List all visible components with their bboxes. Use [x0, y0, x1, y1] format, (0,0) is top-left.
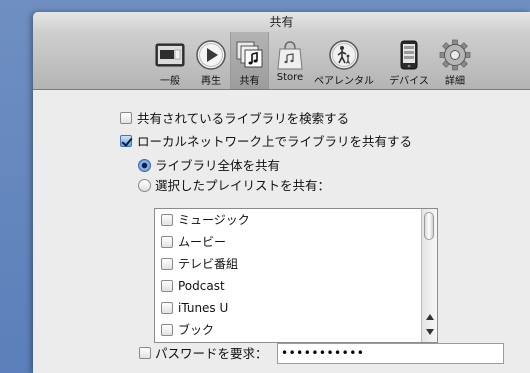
tab-parental-label: ペアレンタル: [314, 76, 374, 87]
device-ipod-icon: [400, 40, 418, 70]
require-password-checkbox[interactable]: [139, 347, 151, 359]
share-entire-label: ライブラリ全体を共有: [155, 158, 281, 173]
require-password-label: パスワードを要求：: [155, 346, 268, 361]
playlist-books-label: ブック: [178, 323, 215, 337]
scroll-down-arrow-icon[interactable]: [426, 329, 434, 335]
playlist-movies-label: ムービー: [178, 235, 227, 249]
play-icon: [196, 40, 226, 70]
tab-store-label: Store: [276, 72, 304, 83]
find-shared-checkbox[interactable]: [120, 112, 132, 124]
tab-advanced[interactable]: 詳細: [438, 32, 472, 89]
playlist-movies-checkbox[interactable]: [161, 236, 173, 248]
sharing-pane: 共有されているライブラリを検索する ローカルネットワーク上でライブラリを共有する…: [33, 90, 530, 373]
gear-icon: [439, 39, 471, 71]
playlist-books-checkbox[interactable]: [161, 324, 173, 336]
tab-sharing[interactable]: 共有: [230, 32, 269, 89]
tab-general-label: 一般: [160, 76, 180, 87]
playlist-tv-shows-checkbox[interactable]: [161, 258, 173, 270]
playlist-itunes-u-label: iTunes U: [178, 301, 229, 315]
playlist-music-checkbox[interactable]: [161, 214, 173, 226]
find-shared-label: 共有されているライブラリを検索する: [137, 111, 350, 126]
tab-parental[interactable]: ペアレンタル: [309, 32, 379, 89]
tab-store[interactable]: Store: [273, 32, 307, 89]
playlist-podcast-checkbox[interactable]: [161, 280, 173, 292]
tab-advanced-label: 詳細: [445, 76, 465, 87]
scrollbar-thumb[interactable]: [424, 212, 434, 240]
share-entire-radio[interactable]: [138, 159, 151, 172]
share-local-label: ローカルネットワーク上でライブラリを共有する: [137, 134, 413, 149]
playlist-list[interactable]: ミュージック ムービー テレビ番組 Podcast iTunes U ブック: [154, 208, 438, 343]
share-selected-label: 選択したプレイリストを共有：: [155, 178, 331, 193]
scroll-up-arrow-icon[interactable]: [426, 314, 434, 320]
tab-sharing-label: 共有: [239, 76, 260, 87]
window-title: 共有: [33, 12, 530, 32]
playlist-music-label: ミュージック: [178, 213, 250, 227]
playlist-itunes-u-checkbox[interactable]: [161, 302, 173, 314]
sharing-icon: [236, 41, 262, 68]
tab-devices[interactable]: デバイス: [384, 32, 434, 89]
preferences-toolbar: 一般 再生 共有 Store ペアレンタル デバイス 詳細: [33, 32, 530, 90]
share-local-checkbox[interactable]: [120, 135, 132, 147]
password-field[interactable]: •••••••••••: [277, 343, 504, 364]
store-bag-icon: [277, 41, 303, 70]
tab-devices-label: デバイス: [389, 76, 429, 87]
share-selected-radio[interactable]: [138, 179, 151, 192]
playlist-tv-shows-label: テレビ番組: [178, 257, 239, 271]
tab-playback[interactable]: 再生: [192, 32, 230, 89]
tab-playback-label: 再生: [201, 76, 221, 87]
playlist-scrollbar[interactable]: [421, 209, 437, 342]
playlist-podcast-label: Podcast: [178, 279, 225, 293]
general-switch-icon: [155, 43, 185, 67]
parental-icon: [329, 40, 359, 70]
preferences-window: 共有 一般 再生 共有 Store ペアレンタル デバイス 詳細 共有されている…: [33, 12, 530, 373]
tab-general[interactable]: 一般: [148, 32, 192, 89]
